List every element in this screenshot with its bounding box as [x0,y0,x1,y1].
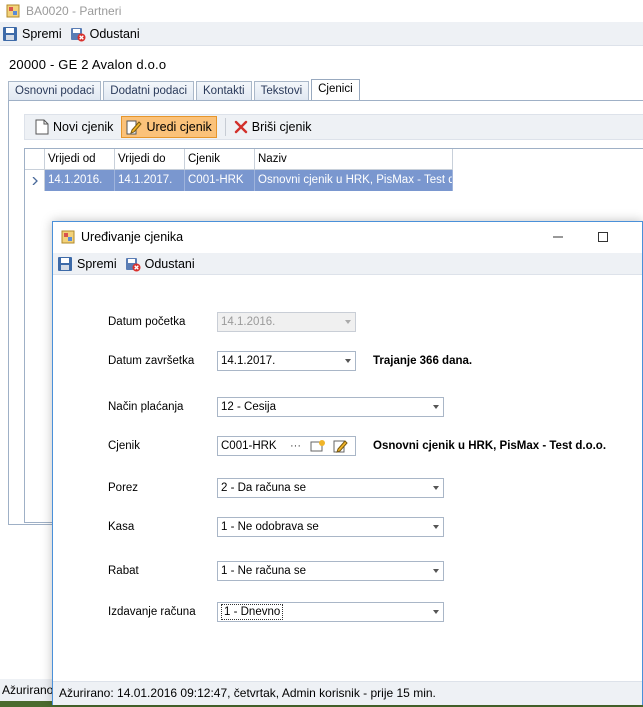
tax-value: 2 - Da računa se [221,482,307,494]
new-document-icon [35,119,49,135]
tab-strip: Osnovni podaci Dodatni podaci Kontakti T… [8,79,362,101]
main-toolbar: Spremi Odustani [0,22,643,46]
edit-document-icon [126,120,143,135]
chevron-down-icon [345,359,351,363]
cancel-button[interactable]: Odustani [70,26,140,42]
grid-corner [25,149,45,170]
start-date-value: 14.1.2016. [221,316,276,328]
new-pricelist-button[interactable]: Novi cjenik [31,116,117,138]
pricelist-value: C001-HRK [221,440,277,452]
tax-label: Porez [108,482,139,494]
maximize-button[interactable] [593,228,613,246]
save-label: Spremi [22,26,62,41]
dialog-save-button[interactable]: Spremi [57,256,117,272]
chevron-down-icon [433,486,439,490]
tax-select[interactable]: 2 - Da računa se [217,478,444,498]
tab-tekstovi[interactable]: Tekstovi [253,81,310,101]
register-value: 1 - Ne odobrava se [221,521,319,533]
delete-pricelist-label: Briši cjenik [251,120,312,134]
tab-dodatni-podaci[interactable]: Dodatni podaci [103,81,195,101]
dialog-app-icon [61,230,75,244]
cancel-icon [70,27,86,41]
column-header-vrijedi-od[interactable]: Vrijedi od [45,149,115,170]
app-icon [6,4,20,18]
discount-select[interactable]: 1 - Ne računa se [217,561,444,581]
pricelist-description: Osnovni cjenik u HRK, PisMax - Test d.o.… [373,440,607,452]
background-status: Ažurirano [0,679,60,701]
dialog-cancel-button[interactable]: Odustani [125,256,195,272]
tab-osnovni-podaci[interactable]: Osnovni podaci [8,81,102,101]
minimize-button[interactable] [548,228,568,246]
payment-method-value: 12 - Cesija [221,401,276,413]
column-header-cjenik[interactable]: Cjenik [185,149,255,170]
delete-pricelist-button[interactable]: Briši cjenik [230,116,316,138]
chevron-down-icon [433,610,439,614]
toolbar-separator [224,118,226,136]
minimize-icon [553,236,563,238]
end-date-label: Datum završetka [108,355,195,367]
column-header-naziv[interactable]: Naziv [255,149,453,170]
dialog-save-label: Spremi [77,256,117,271]
dialog-cancel-label: Odustani [144,256,195,271]
end-date-picker[interactable]: 14.1.2017. [217,351,356,371]
row-selector-arrow-icon [25,170,45,191]
dialog-title: Uređivanje cjenika [81,230,184,244]
start-date-label: Datum početka [108,316,186,328]
window-titlebar: BA0020 - Partneri [0,0,643,22]
edit-pricelist-button[interactable]: Uredi cjenik [121,116,217,138]
pricelist-toolbar: Novi cjenik Uredi cjenik Briši cjenik [24,114,643,140]
window-title: BA0020 - Partneri [26,4,122,18]
cell-cjenik[interactable]: C001-HRK [185,170,255,191]
delete-x-icon [234,120,247,134]
register-select[interactable]: 1 - Ne odobrava se [217,517,444,537]
edit-pricelist-label: Uredi cjenik [146,120,212,134]
ellipsis-button[interactable]: ··· [290,437,301,455]
partner-name: 20000 - GE 2 Avalon d.o.o [9,57,167,72]
register-label: Kasa [108,521,135,533]
pricelist-label: Cjenik [108,440,140,452]
chevron-down-icon [433,525,439,529]
dialog-titlebar: Uređivanje cjenika [53,222,642,252]
tab-cjenici[interactable]: Cjenici [311,79,360,101]
chevron-down-icon [433,405,439,409]
edit-lookup-icon[interactable] [333,439,349,453]
payment-method-select[interactable]: 12 - Cesija [217,397,444,417]
cell-naziv[interactable]: Osnovni cjenik u HRK, PisMax - Test d... [255,170,453,191]
dialog-toolbar: Spremi Odustani [53,253,642,275]
column-header-vrijedi-do[interactable]: Vrijedi do [115,149,185,170]
invoicing-select[interactable]: 1 - Dnevno [217,602,444,622]
payment-method-label: Način plaćanja [108,401,184,413]
save-button[interactable]: Spremi [2,26,62,42]
chevron-down-icon [345,320,351,324]
cancel-label: Odustani [89,26,140,41]
maximize-icon [598,232,608,242]
new-pricelist-label: Novi cjenik [53,120,114,134]
pricelist-lookup-field[interactable]: C001-HRK ··· [217,436,356,456]
start-date-picker[interactable]: 14.1.2016. [217,312,356,332]
duration-text: Trajanje 366 dana. [373,355,473,367]
cancel-icon [125,257,141,271]
invoicing-label: Izdavanje računa [108,606,196,618]
table-row[interactable]: 14.1.2016. 14.1.2017. C001-HRK Osnovni c… [25,170,643,191]
new-lookup-icon[interactable] [310,439,326,453]
cell-vrijedi-do[interactable]: 14.1.2017. [115,170,185,191]
floppy-disk-icon [58,256,72,271]
discount-value: 1 - Ne računa se [221,565,307,577]
invoicing-value: 1 - Dnevno [221,604,284,620]
discount-label: Rabat [108,565,139,577]
dialog-status-bar: Ažurirano: 14.01.2016 09:12:47, četvrtak… [53,681,642,705]
tab-kontakti[interactable]: Kontakti [196,81,252,101]
floppy-disk-icon [3,26,17,41]
edit-pricelist-dialog: Uređivanje cjenika Spremi Odustani Datum… [52,221,643,705]
chevron-down-icon [433,569,439,573]
grid-header: Vrijedi od Vrijedi do Cjenik Naziv [25,149,643,170]
end-date-value: 14.1.2017. [221,355,276,367]
cell-vrijedi-od[interactable]: 14.1.2016. [45,170,115,191]
